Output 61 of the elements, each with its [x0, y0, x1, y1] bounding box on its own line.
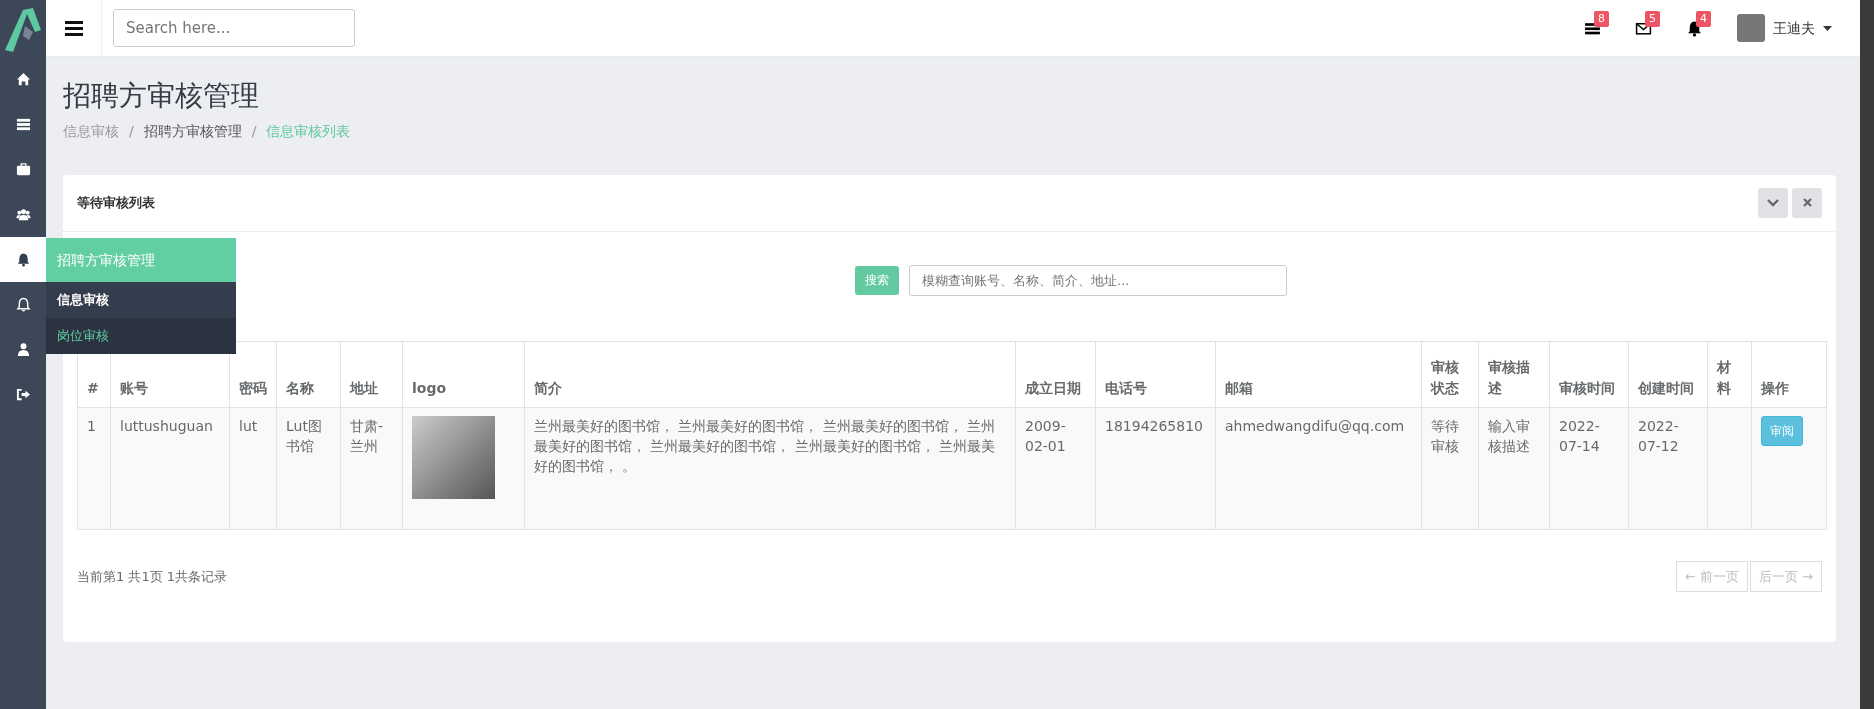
breadcrumb-link[interactable]: 招聘方审核管理 [143, 120, 242, 142]
breadcrumb-separator: / [129, 121, 134, 141]
column-header: 审核状态 [1421, 341, 1479, 408]
card-title: 等待审核列表 [77, 193, 156, 212]
flyout-menu-item[interactable]: 岗位审核 [46, 318, 236, 354]
column-header: 材料 [1707, 341, 1752, 408]
table-cell: 甘肃-兰州 [340, 407, 403, 530]
column-header: 审核时间 [1549, 341, 1629, 408]
column-header: 电话号 [1095, 341, 1216, 408]
table-cell: luttushuguan [110, 407, 230, 530]
collapse-button[interactable] [1758, 187, 1788, 218]
chevron-down-icon [1767, 198, 1779, 207]
column-header: 创建时间 [1628, 341, 1708, 408]
breadcrumb-link[interactable]: 信息审核 [63, 120, 119, 142]
count-badge: 4 [1696, 10, 1711, 27]
briefcase-icon [15, 162, 31, 177]
column-header: 地址 [340, 341, 403, 408]
search-field[interactable]: 模糊查询账号、名称、简介、地址... [909, 264, 1287, 296]
search-field[interactable]: Search here... [113, 9, 355, 47]
breadcrumb-separator: / [251, 121, 257, 141]
column-header: 审核描述 [1478, 341, 1550, 408]
column-header: 成立日期 [1015, 341, 1096, 408]
page-title: 招聘方审核管理 [63, 79, 260, 113]
users-icon [15, 207, 31, 222]
table-cell: 2022-07-14 [1549, 407, 1629, 530]
table-cell: 兰州最美好的图书馆， 兰州最美好的图书馆， 兰州最美好的图书馆， 兰州最美好的图书馆， 兰州最美好的图书馆， 兰州最美好的图书馆， 兰州最美好的图书馆， 。 [524, 407, 1016, 530]
flyout-title: 招聘方审核管理 [46, 238, 236, 282]
table-cell: 输入审核描述 [1478, 407, 1550, 530]
table-cell: 2009-02-01 [1015, 407, 1096, 530]
bell-icon [15, 252, 31, 267]
user-icon [15, 342, 31, 357]
sidebar-item[interactable] [0, 237, 46, 282]
table-cell: 1 [77, 407, 111, 530]
bell-icon [15, 297, 31, 312]
user-name[interactable]: 王迪夫 [1773, 17, 1815, 39]
count-badge: 8 [1594, 10, 1609, 27]
column-header: 邮箱 [1215, 341, 1422, 408]
count-badge: 5 [1645, 10, 1660, 27]
column-header: 名称 [276, 341, 341, 408]
close-button[interactable] [1792, 187, 1822, 218]
table-cell: ahmedwangdifu@qq.com [1215, 407, 1422, 530]
search-button[interactable]: 搜索 [855, 265, 899, 295]
table-cell: 18194265810 [1095, 407, 1216, 530]
logo-icon [3, 5, 43, 52]
menu-icon [64, 20, 83, 36]
close-icon [1802, 198, 1812, 208]
avatar [1737, 14, 1765, 42]
column-header: 简介 [524, 341, 1016, 408]
home-icon [15, 72, 31, 87]
table-cell: Lut图书馆 [276, 407, 341, 530]
record-count: 当前第1 共1页 1共条记录 [77, 567, 229, 586]
flyout-menu-item[interactable]: 信息审核 [46, 282, 236, 318]
sign-out-icon [15, 387, 31, 402]
table-cell: 2022-07-12 [1628, 407, 1708, 530]
column-header: 操作 [1751, 341, 1827, 408]
column-header: logo [402, 341, 525, 408]
table-cell: lut [229, 407, 277, 530]
table-cell: 等待审核 [1421, 407, 1479, 530]
caret-icon[interactable] [1823, 25, 1832, 31]
review-button[interactable]: 审阅 [1761, 415, 1803, 446]
server-icon [15, 117, 31, 132]
